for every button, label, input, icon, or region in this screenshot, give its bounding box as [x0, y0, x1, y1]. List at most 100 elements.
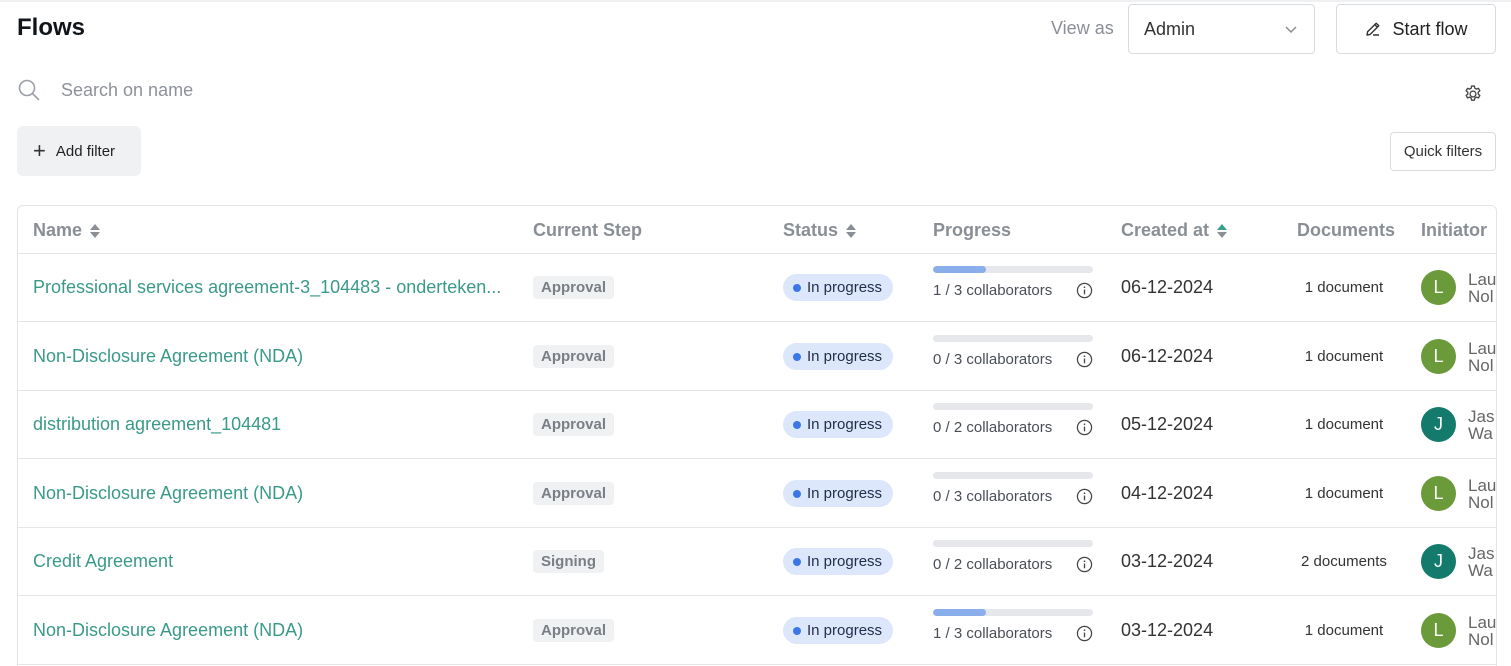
search-input[interactable]	[61, 79, 461, 101]
avatar: J	[1421, 407, 1456, 442]
initiator-last-name: Nol	[1468, 492, 1494, 512]
step-cell: Approval	[533, 254, 615, 321]
column-header-progress: Progress	[933, 220, 1011, 241]
add-filter-button[interactable]: + Add filter	[17, 126, 141, 176]
table-row[interactable]: Non-Disclosure Agreement (NDA) Approval In…	[18, 460, 1496, 528]
status-label: In progress	[807, 485, 883, 502]
info-icon[interactable]	[1076, 625, 1093, 642]
avatar: L	[1421, 476, 1456, 511]
info-icon[interactable]	[1076, 556, 1093, 573]
initiator-name: Jas Wa	[1468, 545, 1496, 580]
created-cell: 06-12-2024	[1121, 254, 1213, 321]
documents-count: 1 document	[1304, 279, 1384, 296]
progress-cell: 0 / 2 collaborators	[933, 540, 1095, 573]
info-icon[interactable]	[1076, 282, 1093, 299]
status-dot-icon	[793, 420, 801, 429]
status-dot-icon	[793, 626, 801, 635]
table-row[interactable]: Non-Disclosure Agreement (NDA) Approval In…	[18, 597, 1496, 665]
step-cell: Approval	[533, 323, 615, 390]
info-icon[interactable]	[1076, 419, 1093, 436]
progress-text: 0 / 2 collaborators	[933, 419, 1053, 436]
plus-icon: +	[33, 138, 46, 163]
progress-bar	[933, 403, 1093, 410]
name-cell: Professional services agreement-3_104483…	[33, 254, 501, 321]
documents-count: 1 document	[1304, 622, 1384, 639]
quick-filters-button[interactable]: Quick filters	[1390, 132, 1496, 171]
created-date: 05-12-2024	[1121, 414, 1214, 434]
documents-cell: 1 document	[1291, 254, 1397, 321]
created-cell: 03-12-2024	[1121, 528, 1213, 595]
column-header-created-at[interactable]: Created at	[1121, 220, 1228, 241]
status-badge: In progress	[783, 411, 894, 438]
progress-cell: 1 / 3 collaborators	[933, 266, 1095, 299]
status-badge: In progress	[783, 617, 894, 644]
initiator-last-name: Wa	[1468, 423, 1493, 443]
created-cell: 05-12-2024	[1121, 391, 1213, 458]
gear-icon[interactable]	[1463, 84, 1483, 104]
progress-bar-fill	[933, 609, 987, 616]
initiator-cell: L Lau Nol	[1421, 597, 1496, 664]
progress-text: 1 / 3 collaborators	[933, 282, 1053, 299]
documents-cell: 1 document	[1291, 323, 1397, 390]
created-cell: 06-12-2024	[1121, 323, 1213, 390]
table-row[interactable]: Non-Disclosure Agreement (NDA) Approval In…	[18, 323, 1496, 391]
step-cell: Approval	[533, 391, 615, 458]
info-icon[interactable]	[1076, 488, 1093, 505]
search-bar	[17, 78, 461, 102]
status-cell: In progress	[783, 460, 894, 527]
view-as-value: Admin	[1144, 18, 1196, 39]
column-label: Documents	[1297, 220, 1396, 240]
start-flow-label: Start flow	[1392, 18, 1468, 39]
column-header-status[interactable]: Status	[783, 220, 857, 241]
column-header-initiator: Initiator	[1421, 220, 1487, 241]
flow-name-link[interactable]: Non-Disclosure Agreement (NDA)	[33, 620, 303, 641]
documents-cell: 2 documents	[1291, 528, 1397, 595]
flows-table: Name Current Step Status Progress Create…	[17, 205, 1497, 666]
progress-bar	[933, 609, 1093, 616]
flow-name-link[interactable]: Credit Agreement	[33, 551, 173, 572]
sort-icon[interactable]	[1217, 223, 1228, 239]
initiator-name: Jas Wa	[1468, 408, 1496, 443]
table-header: Name Current Step Status Progress Create…	[18, 206, 1496, 254]
step-cell: Approval	[533, 597, 615, 664]
start-flow-button[interactable]: Start flow	[1336, 4, 1496, 54]
progress-text: 0 / 2 collaborators	[933, 556, 1053, 573]
documents-count: 2 documents	[1301, 553, 1387, 570]
status-label: In progress	[807, 416, 883, 433]
current-step-badge: Approval	[533, 482, 615, 505]
step-cell: Signing	[533, 528, 604, 595]
status-dot-icon	[793, 489, 801, 498]
view-as-select[interactable]: Admin	[1128, 4, 1315, 54]
documents-cell: 1 document	[1291, 460, 1397, 527]
current-step-badge: Approval	[533, 345, 615, 368]
info-icon[interactable]	[1076, 351, 1093, 368]
top-divider	[0, 0, 1511, 2]
sort-icon[interactable]	[90, 223, 101, 239]
column-header-name[interactable]: Name	[33, 220, 101, 241]
initiator-name: Lau Nol	[1468, 340, 1496, 374]
table-row[interactable]: Credit Agreement Signing In progress 0 / 2 …	[18, 528, 1496, 596]
initiator-last-name: Wa	[1468, 560, 1493, 580]
avatar: L	[1421, 270, 1456, 305]
created-date: 03-12-2024	[1121, 620, 1214, 640]
status-dot-icon	[793, 557, 801, 566]
progress-cell: 0 / 3 collaborators	[933, 472, 1095, 505]
column-label: Initiator	[1421, 220, 1487, 240]
name-cell: Non-Disclosure Agreement (NDA)	[33, 460, 303, 527]
avatar: J	[1421, 544, 1456, 579]
name-cell: Credit Agreement	[33, 528, 173, 595]
sort-icon[interactable]	[846, 223, 857, 239]
flow-name-link[interactable]: Non-Disclosure Agreement (NDA)	[33, 483, 303, 504]
flow-name-link[interactable]: distribution agreement_104481	[33, 414, 281, 435]
table-row[interactable]: Professional services agreement-3_104483…	[18, 254, 1496, 322]
progress-cell: 0 / 2 collaborators	[933, 403, 1095, 436]
initiator-cell: L Lau Nol	[1421, 460, 1496, 527]
progress-bar-fill	[933, 266, 987, 273]
flow-name-link[interactable]: Non-Disclosure Agreement (NDA)	[33, 346, 303, 367]
status-badge: In progress	[783, 274, 894, 301]
table-row[interactable]: distribution agreement_104481 Approval In …	[18, 391, 1496, 459]
status-label: In progress	[807, 622, 883, 639]
flow-name-link[interactable]: Professional services agreement-3_104483…	[33, 277, 501, 298]
initiator-cell: J Jas Wa	[1421, 391, 1496, 458]
column-label: Status	[783, 220, 839, 240]
